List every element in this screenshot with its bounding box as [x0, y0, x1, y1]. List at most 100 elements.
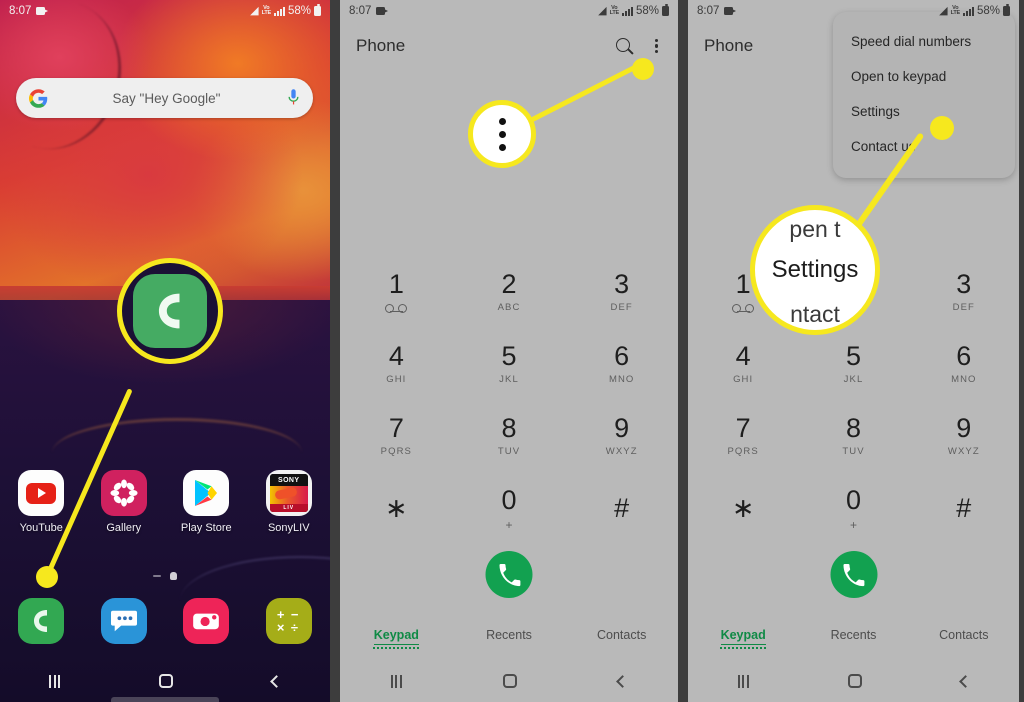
- key-5[interactable]: 5 JKL: [453, 334, 566, 406]
- battery-percent: 58%: [635, 5, 659, 17]
- magnifier-ghost-below: ntact: [790, 301, 840, 327]
- app-label: Play Store: [180, 522, 232, 534]
- panel-divider: [678, 0, 688, 702]
- home-icon[interactable]: [847, 674, 862, 688]
- menu-item-speed-dial-numbers[interactable]: Speed dial numbers: [833, 24, 1015, 59]
- call-button[interactable]: [830, 551, 877, 598]
- volte-icon: Vo LTE: [261, 4, 272, 16]
- battery-icon: [662, 4, 669, 16]
- menu-item-contact-us[interactable]: Contact us: [833, 129, 1015, 164]
- status-bar: 8:07 ◢ Vo LTE 58%: [688, 0, 1019, 22]
- keypad-row: 1 2 ABC 3 DEF: [340, 262, 678, 334]
- navigation-bar: [0, 660, 330, 702]
- tab-recents[interactable]: Recents: [453, 628, 566, 649]
- bottom-tabs: Keypad Recents Contacts: [340, 628, 678, 649]
- app-bar: Phone: [340, 22, 678, 70]
- key-5[interactable]: 5 JKL: [798, 334, 908, 406]
- key-9[interactable]: 9 WXYZ: [565, 406, 678, 478]
- magnifier-label: Settings: [771, 256, 859, 283]
- key-6[interactable]: 6 MNO: [565, 334, 678, 406]
- key-0[interactable]: 0 +: [453, 478, 566, 550]
- phone-panel-home-screen: 8:07 ◢ Vo LTE 58% Say "Hey Google" YouTu…: [0, 0, 330, 702]
- page-title: Phone: [356, 36, 406, 55]
- app-play-store[interactable]: Play Store: [165, 470, 248, 534]
- magnifier-ghost-above: pen t: [789, 216, 841, 242]
- key-0[interactable]: 0 +: [798, 478, 908, 550]
- keypad-row: ∗ 0 + #: [688, 478, 1019, 550]
- battery-icon: [314, 4, 321, 16]
- tab-recents[interactable]: Recents: [798, 628, 908, 649]
- key-2[interactable]: 2 ABC: [453, 262, 566, 334]
- key-9[interactable]: 9 WXYZ: [909, 406, 1019, 478]
- app-gallery[interactable]: Gallery: [83, 470, 166, 534]
- tab-keypad[interactable]: Keypad: [340, 628, 453, 649]
- sonyliv-icon: SONY LIV: [265, 470, 312, 516]
- panel-divider: [330, 0, 340, 702]
- key-hash[interactable]: #: [909, 478, 1019, 550]
- bottom-tabs: Keypad Recents Contacts: [688, 628, 1019, 649]
- callout-endpoint-dot: [36, 566, 58, 588]
- overflow-menu-icon[interactable]: [651, 37, 662, 56]
- phone-panel-overflow-menu: 8:07 ◢ Vo LTE 58% Phone Speed dial numbe…: [688, 0, 1019, 702]
- calculator-icon: + − × ÷: [265, 598, 312, 644]
- recents-icon[interactable]: [390, 674, 402, 688]
- back-icon[interactable]: [958, 674, 972, 688]
- search-placeholder: Say "Hey Google": [112, 90, 221, 106]
- recents-icon[interactable]: [737, 674, 749, 688]
- microphone-icon[interactable]: [287, 88, 300, 108]
- app-label: SonyLIV: [267, 522, 310, 534]
- battery-percent: 58%: [976, 5, 1000, 17]
- dock-item-camera[interactable]: [165, 598, 248, 644]
- status-time: 8:07: [9, 5, 32, 17]
- key-6[interactable]: 6 MNO: [909, 334, 1019, 406]
- home-icon[interactable]: [158, 674, 173, 688]
- status-time: 8:07: [697, 5, 720, 17]
- tab-active-indicator: [720, 647, 767, 649]
- key-8[interactable]: 8 TUV: [453, 406, 566, 478]
- key-hash[interactable]: #: [565, 478, 678, 550]
- key-star[interactable]: ∗: [340, 478, 453, 550]
- google-g-icon: [29, 88, 48, 108]
- key-8[interactable]: 8 TUV: [798, 406, 908, 478]
- back-icon[interactable]: [269, 674, 283, 688]
- callout-endpoint-dot: [632, 58, 654, 80]
- home-icon[interactable]: [502, 674, 517, 688]
- page-dot-active: [170, 572, 177, 580]
- status-bar: 8:07 ◢ Vo LTE 58%: [0, 0, 330, 22]
- recents-icon[interactable]: [49, 674, 61, 688]
- back-icon[interactable]: [616, 674, 630, 688]
- camera-icon: [376, 7, 389, 15]
- screenshot-stage: 8:07 ◢ Vo LTE 58% Say "Hey Google" YouTu…: [0, 0, 1024, 702]
- search-icon[interactable]: [615, 37, 633, 55]
- status-time: 8:07: [349, 5, 372, 17]
- phone-icon: [18, 598, 65, 644]
- tab-keypad[interactable]: Keypad: [688, 628, 798, 649]
- call-button[interactable]: [485, 551, 533, 598]
- google-search-bar[interactable]: Say "Hey Google": [16, 78, 313, 118]
- key-4[interactable]: 4 GHI: [688, 334, 798, 406]
- key-1[interactable]: 1: [340, 262, 453, 334]
- dock-item-messages[interactable]: [83, 598, 166, 644]
- app-sonyliv[interactable]: SONY LIV SonyLIV: [248, 470, 331, 534]
- voicemail-icon: [385, 304, 408, 313]
- keypad-row: ∗ 0 + #: [340, 478, 678, 550]
- menu-item-settings[interactable]: Settings: [833, 94, 1015, 129]
- app-label: Gallery: [106, 522, 142, 534]
- app-grid-row: YouTube Gallery Play Store SONY LIV Sony…: [0, 470, 330, 534]
- keypad-row: 4 GHI 5 JKL 6 MNO: [340, 334, 678, 406]
- key-4[interactable]: 4 GHI: [340, 334, 453, 406]
- key-7[interactable]: 7 PQRS: [340, 406, 453, 478]
- dock-item-phone[interactable]: [0, 598, 83, 644]
- tab-contacts[interactable]: Contacts: [909, 628, 1019, 649]
- key-star[interactable]: ∗: [688, 478, 798, 550]
- tab-contacts[interactable]: Contacts: [565, 628, 678, 649]
- play-store-icon: [183, 470, 230, 516]
- key-3[interactable]: 3 DEF: [909, 262, 1019, 334]
- wifi-icon: ◢: [598, 4, 607, 17]
- dock-item-calculator[interactable]: + − × ÷: [248, 598, 331, 644]
- menu-item-open-to-keypad[interactable]: Open to keypad: [833, 59, 1015, 94]
- key-7[interactable]: 7 PQRS: [688, 406, 798, 478]
- svg-text:÷: ÷: [291, 620, 298, 634]
- key-3[interactable]: 3 DEF: [565, 262, 678, 334]
- volte-icon: Vo LTE: [609, 4, 620, 16]
